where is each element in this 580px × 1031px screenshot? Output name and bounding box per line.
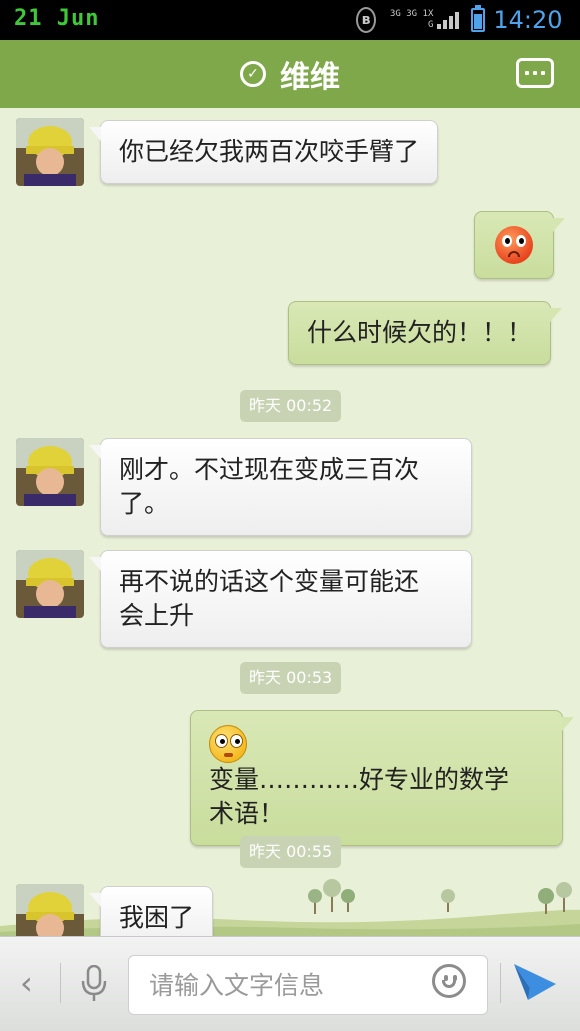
status-bar: 21 Jun ʙ 3G 3G 1X G 14:20 [0,0,580,40]
landscape-decoration [0,879,580,936]
message-bubble-received[interactable]: 再不说的话这个变量可能还 会上升 [89,550,472,648]
message-bubble-sent[interactable] [474,211,565,279]
battery-icon [471,5,486,32]
smiley-icon[interactable] [432,964,466,998]
status-time: 14:20 [493,6,563,34]
message-bubble-received[interactable]: 你已经欠我两百次咬手臂了 [88,120,439,184]
message-bubble-received[interactable]: 刚才。不过现在变成三百次 了。 [89,438,472,536]
contact-avatar[interactable] [16,438,84,506]
timestamp-badge: 昨天 00:53 [240,662,342,694]
microphone-icon[interactable] [80,965,108,1003]
check-circle-icon: ✓ [240,61,266,87]
message-text-line: 刚才。不过现在变成三百次 [119,455,420,484]
contact-avatar[interactable] [16,118,84,186]
message-text-line: 变量…………好专业的数学 [209,725,544,797]
status-icons: ʙ 3G 3G 1X G 14:20 [356,5,563,34]
message-bubble-received[interactable]: 我困了 [88,886,214,936]
timestamp-badge: 昨天 00:55 [240,836,342,868]
message-bubble-sent[interactable]: 什么时候欠的！！！ [288,301,563,365]
chat-header: ✓ 维维 [0,40,580,108]
divider [500,963,501,1003]
network-type-icon: 3G 3G 1X G [390,9,434,30]
message-text: 你已经欠我两百次咬手臂了 [119,137,420,166]
status-date: 21 Jun [14,6,100,31]
input-bar: ‹ [0,936,580,1031]
message-text-line: 术语！ [209,799,285,828]
chevron-left-icon[interactable]: ‹ [20,967,33,999]
divider [60,963,61,1003]
title-area: ✓ 维维 [0,40,580,108]
message-text: 什么时候欠的！！！ [307,318,533,347]
signal-strength-icon [437,11,461,29]
message-text: 我困了 [119,903,195,932]
contact-avatar[interactable] [16,550,84,618]
contact-name-title: 维维 [280,60,340,95]
message-bubble-sent[interactable]: 变量…………好专业的数学 术语！ [190,710,574,846]
message-text-line: 了。 [119,489,170,518]
angry-red-face-emoji [495,226,533,264]
timestamp-badge: 昨天 00:52 [240,390,342,422]
contact-avatar[interactable] [16,884,84,936]
more-options-icon[interactable] [516,58,554,88]
chat-messages[interactable]: 你已经欠我两百次咬手臂了 什么时候欠的！！！ 昨天 00:52 刚才。不过现在变… [0,108,580,936]
message-text-line: 会上升 [119,601,195,630]
surprised-yellow-face-emoji [209,725,247,763]
paper-plane-send-icon[interactable] [512,962,558,1002]
bluetooth-icon: ʙ [356,7,376,33]
message-text-line: 再不说的话这个变量可能还 [119,567,420,596]
battery-level-fill [474,13,483,29]
